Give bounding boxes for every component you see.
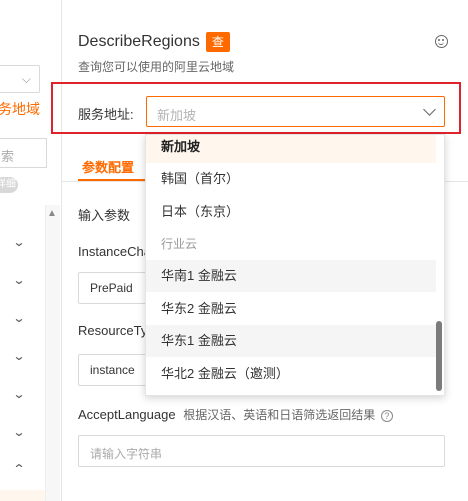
feedback-smile-icon[interactable]: [435, 35, 448, 48]
dropdown-option[interactable]: 华南1 金融云: [146, 260, 436, 292]
chevron-down-icon[interactable]: ⌄: [12, 425, 25, 439]
resource-type-label: ResourceTyp: [78, 323, 155, 338]
chevron-down-icon: [423, 103, 436, 116]
chevron-down-icon: ⌵: [21, 72, 31, 86]
accept-language-label: AcceptLanguage 根据汉语、英语和日语筛选返回结果 ?: [78, 406, 393, 423]
scroll-up-icon[interactable]: ▲: [47, 208, 57, 219]
chevron-down-icon[interactable]: ⌄: [12, 311, 25, 325]
chevron-down-icon[interactable]: ⌄: [12, 387, 25, 401]
detail-tag[interactable]: 详细: [0, 177, 18, 193]
api-search-input[interactable]: 索: [0, 138, 47, 168]
chevron-down-icon[interactable]: ⌄: [12, 235, 25, 249]
dropdown-group-label: 行业云: [161, 237, 198, 251]
dropdown-option[interactable]: 华东1 金融云: [146, 325, 436, 357]
dropdown-option[interactable]: 华东2 金融云: [146, 293, 436, 325]
accept-language-hint: 根据汉语、英语和日语筛选返回结果: [183, 408, 376, 422]
dropdown-option[interactable]: 华北2 金融云（邀测）: [146, 358, 436, 390]
help-icon[interactable]: ?: [380, 410, 393, 422]
service-region-link[interactable]: 务地域: [0, 99, 40, 119]
input-params-label: 输入参数: [78, 208, 131, 223]
product-select[interactable]: ⌵: [0, 65, 40, 93]
chevron-down-icon[interactable]: ⌄: [12, 349, 25, 363]
sidebar-scrollbar[interactable]: [45, 205, 60, 501]
tab-params[interactable]: 参数配置: [82, 157, 134, 176]
sidebar-selected-item[interactable]: [0, 490, 45, 501]
api-title-row: DescribeRegions 查: [78, 32, 230, 52]
api-description: 查询您可以使用的阿里云地域: [78, 60, 235, 74]
dropdown-option[interactable]: 韩国（首尔）: [146, 163, 436, 195]
dropdown-option[interactable]: 日本（东京）: [146, 196, 436, 228]
accept-language-input[interactable]: 请输入字符串: [78, 435, 445, 467]
left-sidebar: ⌵ 务地域 索 详细 ▲ ⌄ ⌄ ⌄ ⌄ ⌄ ⌄ ⌃: [0, 0, 62, 501]
api-explorer: ⌵ 务地域 索 详细 ▲ ⌄ ⌄ ⌄ ⌄ ⌄ ⌄ ⌃ DescribeRegio…: [0, 0, 468, 501]
endpoint-dropdown: 新加坡 韩国（首尔） 日本（东京） 行业云 华南1 金融云 华东2 金融云 华东…: [145, 134, 445, 396]
endpoint-select-value: 新加坡: [157, 108, 197, 123]
instance-charge-label: InstanceCha: [78, 244, 151, 259]
endpoint-select[interactable]: 新加坡: [146, 96, 445, 127]
chevron-up-icon[interactable]: ⌃: [12, 462, 25, 476]
query-badge: 查: [205, 32, 230, 52]
dropdown-scrollbar[interactable]: [436, 321, 442, 391]
dropdown-option[interactable]: 新加坡: [146, 135, 436, 163]
endpoint-label: 服务地址:: [78, 107, 134, 122]
chevron-down-icon[interactable]: ⌄: [12, 273, 25, 287]
api-title: DescribeRegions: [78, 33, 200, 50]
